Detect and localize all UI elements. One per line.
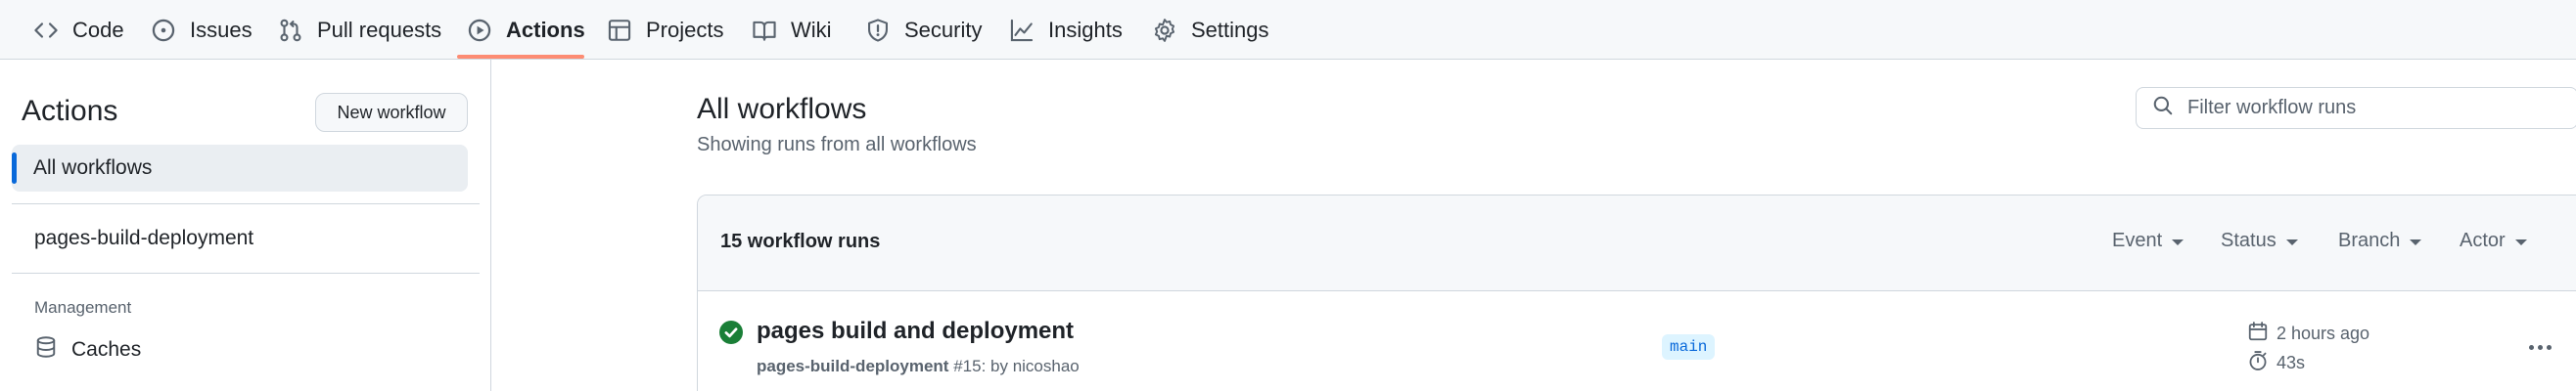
play-icon — [467, 18, 492, 43]
run-timestamp: 2 hours ago — [2247, 321, 2369, 347]
sidebar-item-pages-build-deployment[interactable]: pages-build-deployment — [34, 227, 253, 250]
runs-count: 15 workflow runs — [720, 231, 881, 252]
page-title: All workflows — [697, 93, 867, 125]
filter-workflow-runs[interactable] — [2136, 87, 2576, 129]
tab-wiki[interactable]: Wiki — [752, 0, 832, 60]
tab-label: Actions — [506, 17, 585, 42]
repo-nav: Code Issues Pull requests Actions Projec… — [0, 0, 2576, 60]
graph-icon — [1009, 18, 1035, 43]
kebab-horizontal-icon[interactable] — [2520, 332, 2559, 362]
filter-label: Event — [2112, 230, 2163, 251]
check-circle-fill-icon — [719, 321, 743, 344]
search-input[interactable] — [2187, 97, 2559, 119]
run-duration: 43s — [2247, 350, 2305, 376]
stopwatch-icon — [2247, 350, 2269, 376]
tab-pull-requests[interactable]: Pull requests — [278, 0, 441, 60]
new-workflow-button[interactable]: New workflow — [315, 93, 468, 132]
tab-actions[interactable]: Actions — [467, 0, 585, 60]
run-duration-value: 43s — [2277, 353, 2306, 372]
tab-label: Wiki — [791, 17, 832, 42]
sidebar-item-label: All workflows — [33, 156, 153, 179]
sidebar-item-label: pages-build-deployment — [34, 227, 254, 249]
code-icon — [33, 18, 59, 43]
sidebar-item-all-workflows[interactable]: All workflows — [12, 145, 468, 192]
page-subtitle: Showing runs from all workflows — [697, 134, 977, 155]
tab-label: Issues — [190, 17, 253, 42]
branch-label[interactable]: main — [1662, 334, 1716, 360]
run-title-link[interactable]: pages build and deployment — [757, 318, 1074, 345]
calendar-icon — [2247, 321, 2269, 347]
tab-label: Pull requests — [317, 17, 442, 42]
actions-sidebar: Actions New workflow All workflows pages… — [0, 60, 491, 391]
run-meta: pages-build-deployment #15: by nicoshao — [757, 357, 1080, 376]
tab-insights[interactable]: Insights — [1009, 0, 1123, 60]
filter-label: Actor — [2460, 230, 2506, 251]
event-filter-dropdown[interactable]: Event — [2112, 230, 2185, 252]
tab-projects[interactable]: Projects — [607, 0, 723, 60]
search-icon — [2152, 95, 2174, 121]
gear-icon — [1152, 18, 1177, 43]
tab-issues[interactable]: Issues — [151, 0, 253, 60]
book-icon — [752, 18, 777, 43]
actor-filter-dropdown[interactable]: Actor — [2460, 230, 2527, 252]
run-workflow-name: pages-build-deployment — [757, 357, 949, 375]
caret-down-icon — [2285, 239, 2298, 245]
tab-security[interactable]: Security — [865, 0, 982, 60]
sidebar-divider — [12, 273, 480, 274]
sidebar-title: Actions — [22, 95, 118, 127]
workflow-runs-list: 15 workflow runs Event Status Branch Act… — [697, 195, 2576, 391]
selected-indicator — [12, 152, 17, 184]
caret-down-icon — [2172, 239, 2185, 245]
status-filter-dropdown[interactable]: Status — [2221, 230, 2298, 252]
tab-code[interactable]: Code — [33, 0, 124, 60]
tab-settings[interactable]: Settings — [1152, 0, 1269, 60]
sidebar-item-label: Caches — [71, 338, 142, 361]
shield-icon — [865, 18, 891, 43]
caret-down-icon — [2514, 239, 2527, 245]
runs-list-header: 15 workflow runs Event Status Branch Act… — [698, 196, 2576, 291]
active-tab-indicator — [457, 55, 584, 59]
filter-label: Branch — [2338, 230, 2401, 251]
tab-label: Code — [72, 17, 124, 42]
sidebar-item-caches[interactable]: Caches — [34, 335, 141, 365]
git-pull-request-icon — [278, 18, 303, 43]
tab-label: Security — [904, 17, 983, 42]
table-icon — [607, 18, 632, 43]
workflow-run-row[interactable]: pages build and deployment pages-build-d… — [698, 291, 2576, 391]
tab-label: Insights — [1048, 17, 1123, 42]
tab-label: Projects — [646, 17, 724, 42]
run-time-ago: 2 hours ago — [2277, 324, 2370, 343]
management-heading: Management — [34, 298, 132, 317]
run-info: #15: by nicoshao — [953, 357, 1080, 375]
database-icon — [34, 335, 58, 365]
caret-down-icon — [2410, 239, 2422, 245]
issue-opened-icon — [151, 18, 176, 43]
filter-label: Status — [2221, 230, 2277, 251]
branch-filter-dropdown[interactable]: Branch — [2338, 230, 2422, 252]
sidebar-divider — [12, 203, 480, 204]
tab-label: Settings — [1191, 17, 1269, 42]
